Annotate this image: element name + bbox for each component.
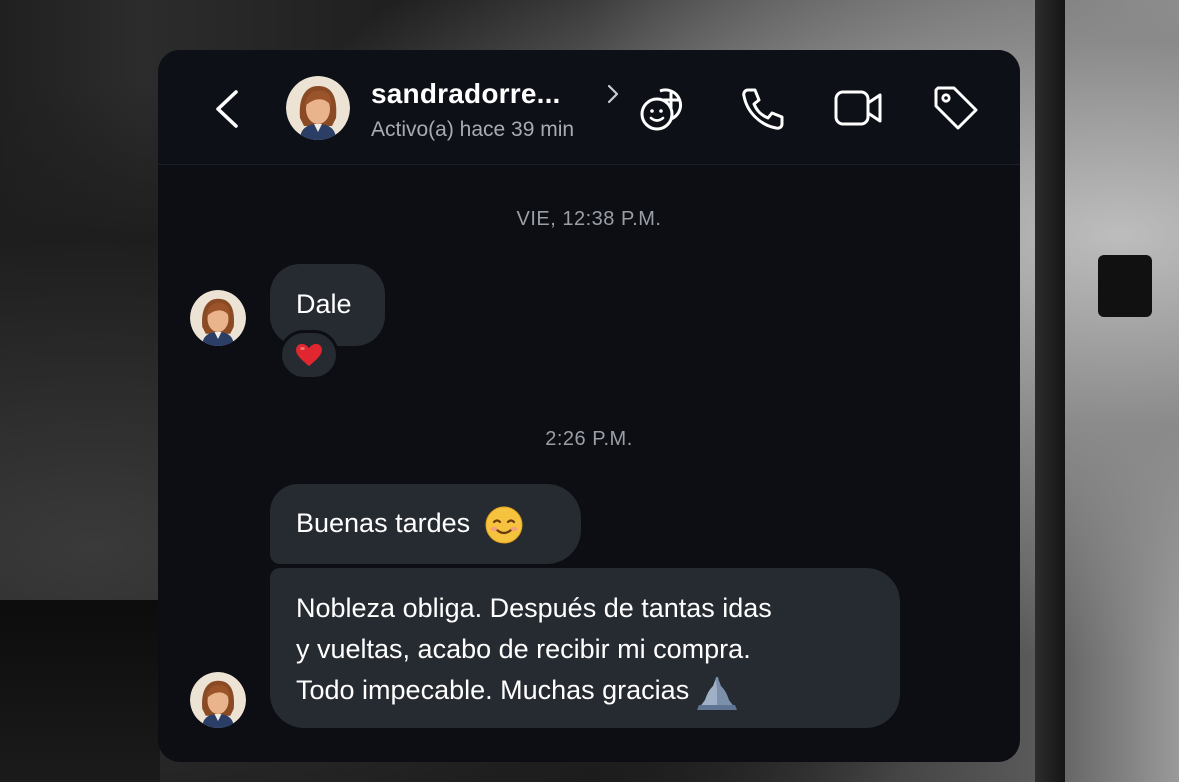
sender-avatar[interactable] — [190, 672, 246, 728]
message-text: Buenas tardes — [296, 508, 471, 538]
message-bubble[interactable]: Nobleza obliga. Después de tantas idas y… — [270, 568, 900, 728]
timestamp-divider: VIE, 12:38 P.M. — [516, 208, 662, 230]
message-bubble[interactable]: Buenas tardes — [270, 484, 581, 564]
heart-icon — [296, 343, 322, 367]
chat-panel: sandradorre... Activo(a) hace 39 min VIE… — [158, 50, 1020, 762]
message-text-line: Nobleza obliga. Después de tantas idas — [296, 593, 772, 623]
message-text-line: y vueltas, acabo de recibir mi compra. — [296, 634, 751, 664]
folded-hands-emoji-icon — [697, 676, 738, 710]
background-handle — [1098, 255, 1152, 317]
smiling-face-emoji-icon — [485, 506, 523, 544]
chevron-right-icon[interactable] — [605, 83, 621, 105]
chat-header: sandradorre... Activo(a) hace 39 min — [158, 50, 1020, 165]
sender-avatar[interactable] — [190, 290, 246, 346]
message-text-line: Todo impecable. Muchas gracias — [296, 670, 874, 712]
back-icon[interactable] — [210, 86, 246, 132]
background-door-edge — [1035, 0, 1065, 782]
contact-avatar[interactable] — [286, 76, 350, 140]
phone-icon[interactable] — [736, 82, 788, 134]
video-icon[interactable] — [832, 82, 884, 134]
heart-reaction[interactable] — [279, 330, 339, 380]
message-text: Dale — [296, 289, 352, 319]
add-members-icon[interactable] — [638, 82, 690, 134]
message-text: Todo impecable. Muchas gracias — [296, 675, 690, 705]
tag-icon[interactable] — [930, 82, 982, 134]
background-floor — [0, 600, 160, 782]
timestamp-divider: 2:26 P.M. — [545, 428, 633, 450]
contact-username[interactable]: sandradorre... — [371, 78, 561, 110]
contact-status: Activo(a) hace 39 min — [371, 118, 575, 141]
